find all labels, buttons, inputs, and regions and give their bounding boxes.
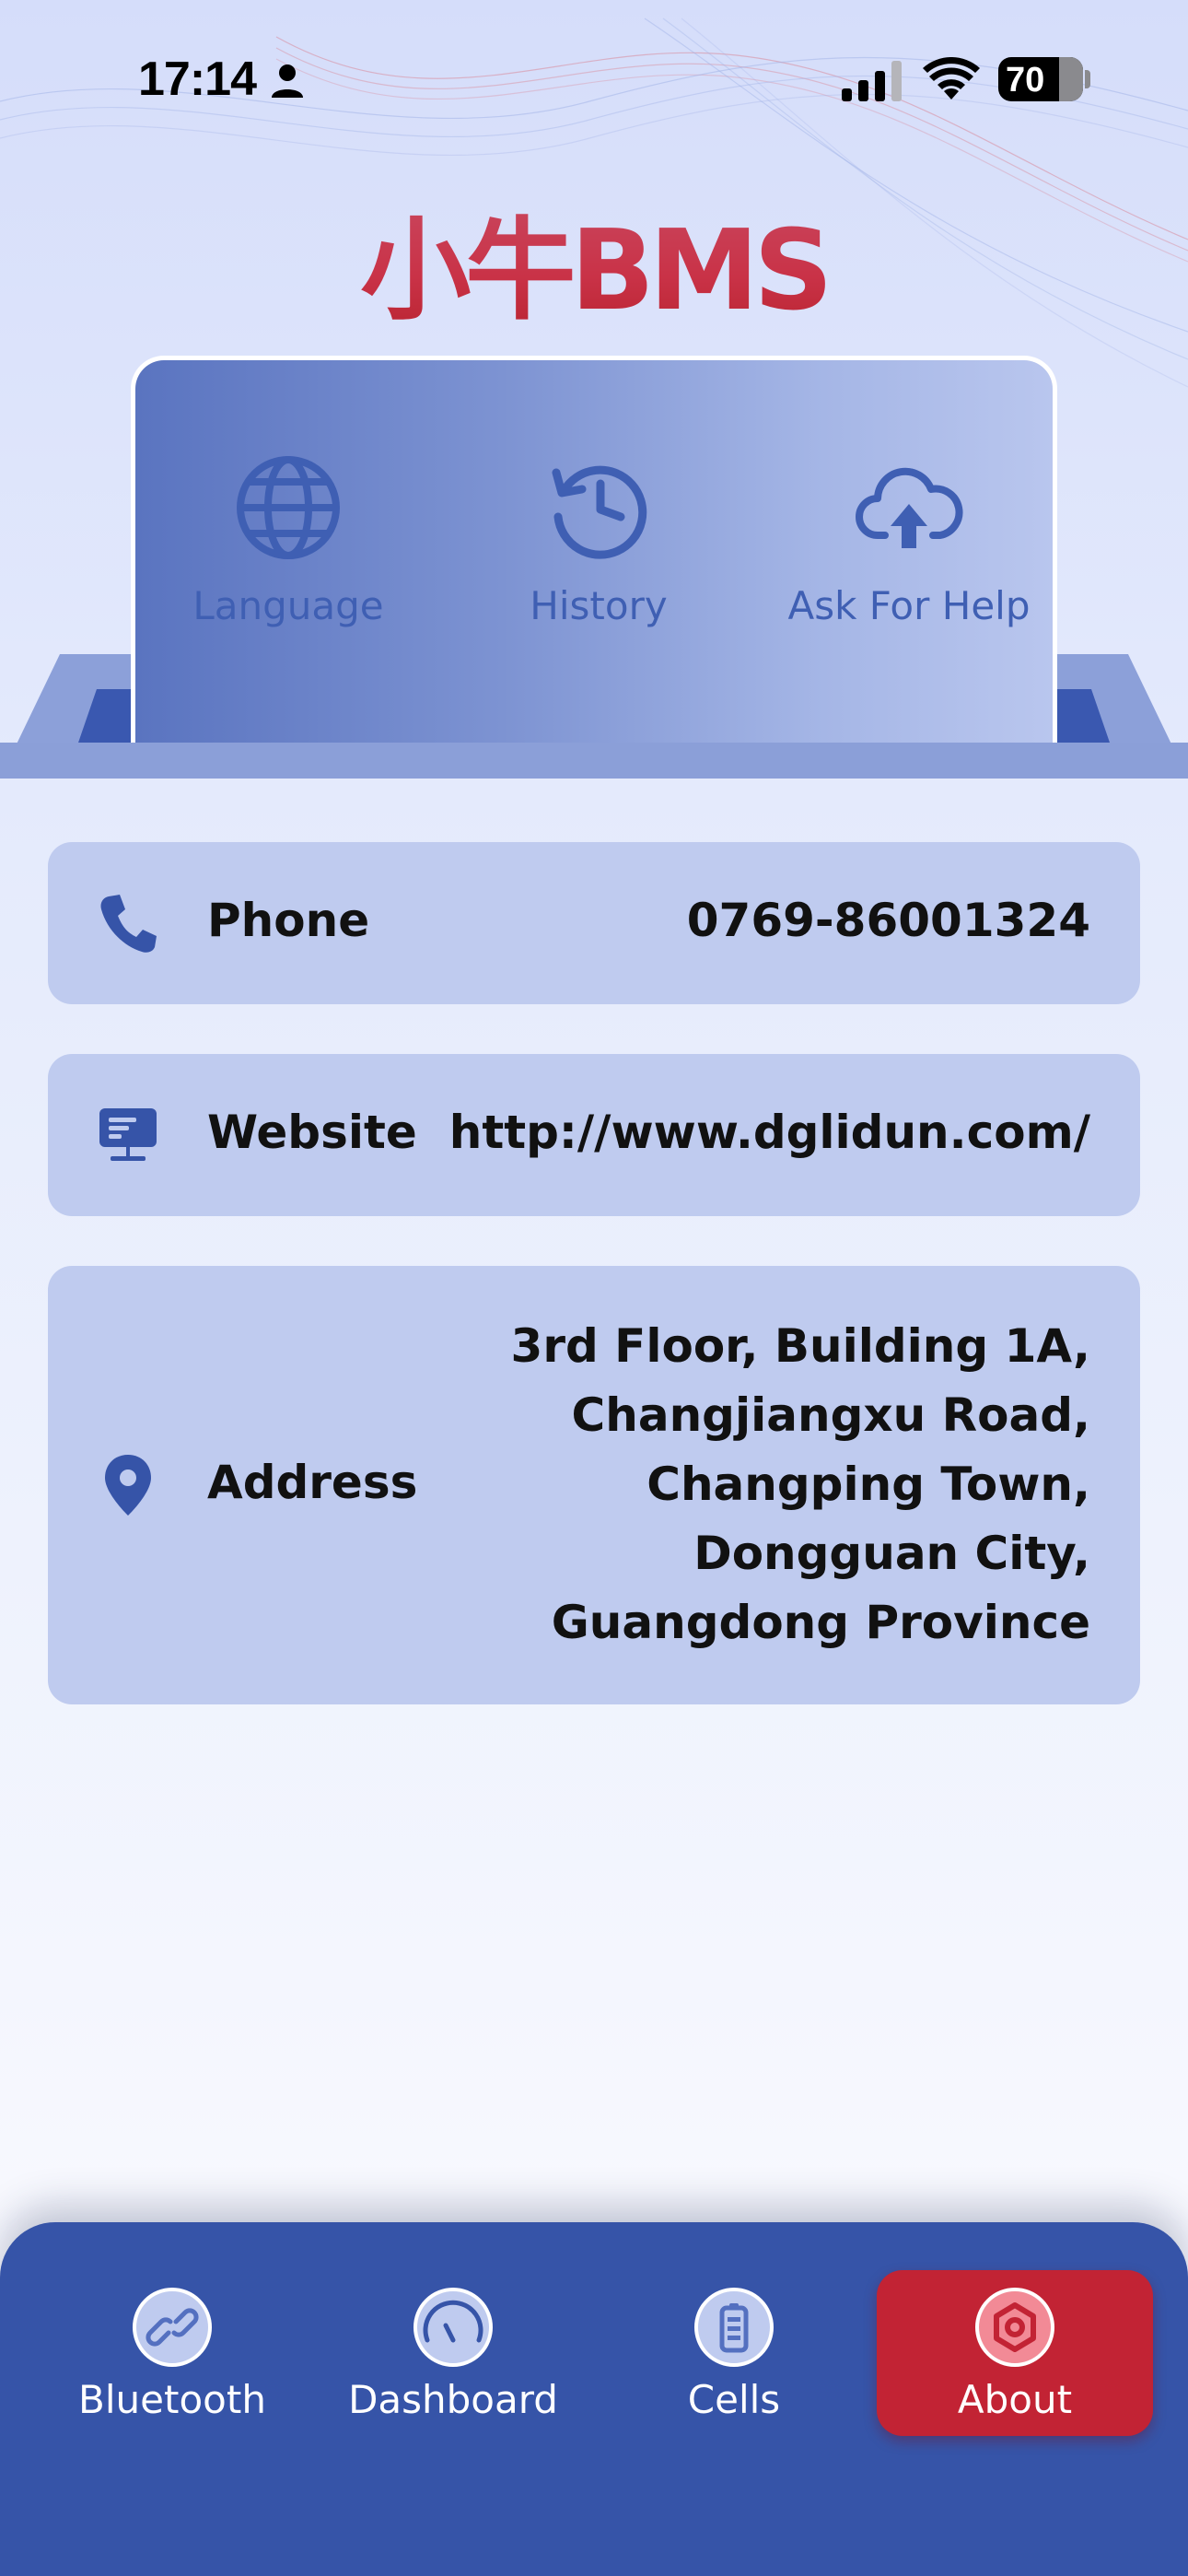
website-card[interactable]: Website http://www.dglidun.com/	[48, 1054, 1140, 1216]
ask-for-help-button[interactable]: Ask For Help	[771, 452, 1047, 628]
history-label: History	[530, 583, 668, 628]
phone-card[interactable]: Phone 0769-86001324	[48, 842, 1140, 1004]
address-line: Guangdong Province	[551, 1596, 1090, 1649]
monitor-icon	[99, 1108, 157, 1161]
nav-bluetooth[interactable]: Bluetooth	[34, 2270, 310, 2436]
history-icon	[552, 465, 647, 559]
address-value[interactable]: 3rd Floor, Building 1A, Changjiangxu Roa…	[511, 1312, 1090, 1657]
address-line: Dongguan City,	[693, 1527, 1090, 1580]
history-button[interactable]: History	[460, 452, 737, 628]
battery-icon: 70	[998, 57, 1083, 101]
gauge-icon	[413, 2288, 493, 2367]
app-logo: 小牛BMS	[0, 181, 1188, 341]
battery-cell-icon	[694, 2288, 774, 2367]
globe-icon	[237, 456, 340, 559]
battery-nub	[1085, 70, 1090, 88]
wifi-icon	[923, 57, 980, 100]
nav-cells-label: Cells	[687, 2377, 781, 2422]
language-label: Language	[192, 583, 384, 628]
battery-level: 70	[1006, 61, 1045, 100]
person-icon	[272, 64, 303, 98]
nav-dashboard[interactable]: Dashboard	[315, 2270, 591, 2436]
location-pin-icon	[105, 1455, 151, 1516]
nav-about-label: About	[957, 2377, 1073, 2422]
address-card[interactable]: Address 3rd Floor, Building 1A, Changjia…	[48, 1266, 1140, 1704]
address-label: Address	[207, 1456, 418, 1509]
ask-for-help-label: Ask For Help	[787, 583, 1031, 628]
nav-dashboard-label: Dashboard	[348, 2377, 558, 2422]
nav-about[interactable]: About	[877, 2270, 1153, 2436]
quick-actions-card: Language History Ask For Help	[131, 356, 1057, 743]
cloud-upload-icon	[856, 467, 963, 548]
website-value[interactable]: http://www.dglidun.com/	[449, 1106, 1090, 1159]
status-time: 17:14	[138, 53, 257, 106]
address-line: Changping Town,	[646, 1458, 1090, 1511]
website-label: Website	[207, 1106, 417, 1159]
hexagon-nut-icon	[975, 2288, 1054, 2367]
language-button[interactable]: Language	[150, 452, 426, 628]
signal-icon	[842, 61, 902, 101]
status-bar: 17:14 70	[0, 0, 1188, 157]
address-line: Changjiangxu Road,	[571, 1388, 1090, 1442]
nav-cells[interactable]: Cells	[596, 2270, 872, 2436]
phone-label: Phone	[207, 894, 370, 947]
link-icon	[133, 2288, 212, 2367]
address-line: 3rd Floor, Building 1A,	[510, 1319, 1090, 1373]
nav-bluetooth-label: Bluetooth	[78, 2377, 266, 2422]
phone-value[interactable]: 0769-86001324	[687, 894, 1090, 947]
bottom-nav: Bluetooth Dashboard Cells About	[0, 2222, 1188, 2576]
phone-icon	[100, 895, 157, 953]
